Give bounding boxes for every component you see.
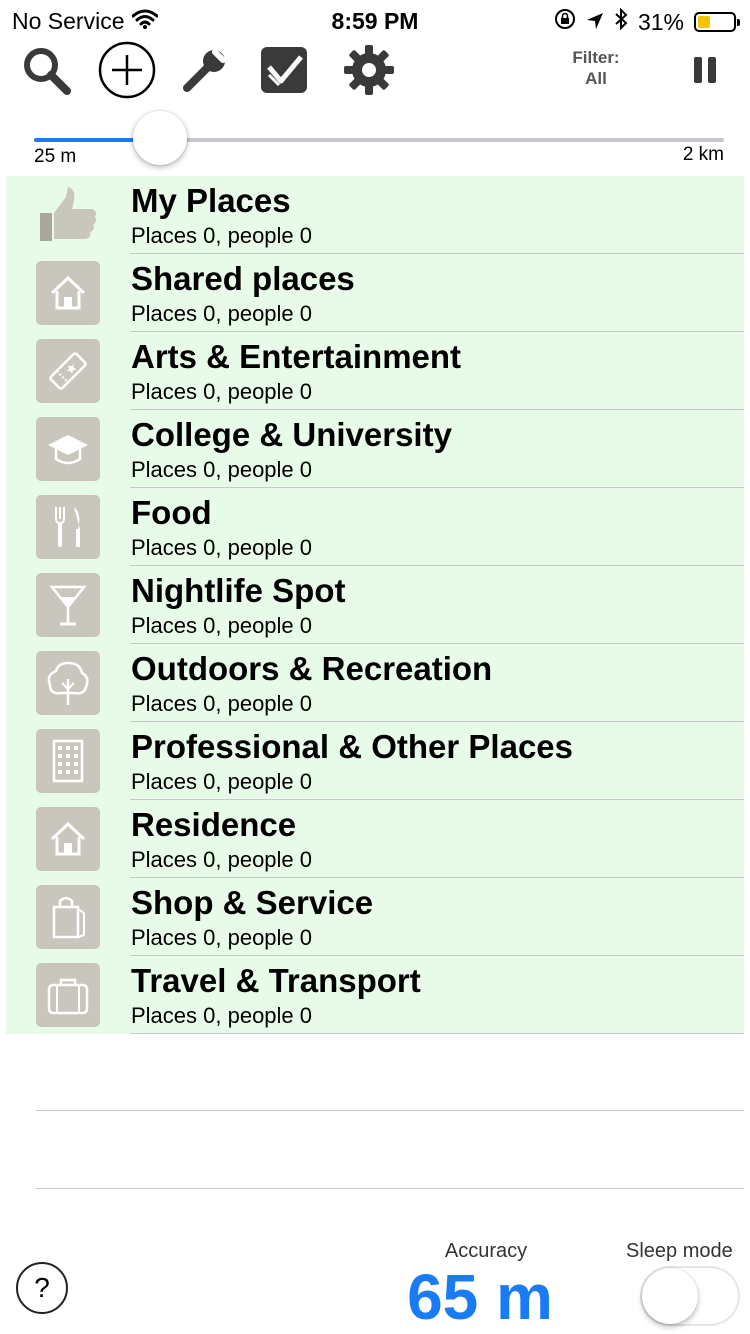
empty-row-divider bbox=[36, 1188, 744, 1189]
category-title: Shared places bbox=[131, 260, 355, 297]
tools-button[interactable] bbox=[177, 44, 233, 100]
empty-row-divider bbox=[36, 1110, 744, 1111]
battery-percent: 31% bbox=[637, 8, 684, 35]
slider-thumb[interactable] bbox=[133, 111, 187, 165]
office-building-icon bbox=[36, 729, 100, 793]
slider-max-label: 2 km bbox=[682, 144, 724, 165]
list-item-residence[interactable]: Residence Places 0, people 0 bbox=[6, 800, 744, 878]
add-icon bbox=[98, 41, 156, 104]
search-icon bbox=[20, 44, 72, 101]
status-bar: No Service 8:59 PM 31% bbox=[0, 0, 750, 40]
row-divider bbox=[130, 1033, 744, 1034]
list-item-college-university[interactable]: College & University Places 0, people 0 bbox=[6, 410, 744, 488]
accuracy-value: 65 m bbox=[407, 1261, 553, 1333]
toolbar: Filter: All bbox=[0, 40, 750, 100]
search-button[interactable] bbox=[18, 44, 74, 100]
tree-icon bbox=[36, 651, 100, 715]
graduation-cap-icon bbox=[36, 417, 100, 481]
radius-slider[interactable]: 25 m 2 km bbox=[0, 108, 750, 172]
status-right: 31% bbox=[554, 7, 740, 36]
fork-knife-icon bbox=[36, 495, 100, 559]
list-item-travel-transport[interactable]: Travel & Transport Places 0, people 0 bbox=[6, 956, 744, 1034]
category-title: Shop & Service bbox=[131, 884, 374, 921]
location-arrow-icon bbox=[586, 9, 604, 36]
list-item-arts-entertainment[interactable]: Arts & Entertainment Places 0, people 0 bbox=[6, 332, 744, 410]
category-title: My Places bbox=[131, 182, 291, 219]
sleep-mode-label: Sleep mode bbox=[626, 1240, 733, 1262]
filter-label: Filter: bbox=[572, 48, 620, 67]
add-button[interactable] bbox=[98, 41, 156, 100]
checkin-button[interactable] bbox=[256, 44, 312, 100]
list-item-outdoors-recreation[interactable]: Outdoors & Recreation Places 0, people 0 bbox=[6, 644, 744, 722]
list-item-professional-other[interactable]: Professional & Other Places Places 0, pe… bbox=[6, 722, 744, 800]
category-title: Outdoors & Recreation bbox=[131, 650, 493, 687]
wrench-icon bbox=[179, 44, 231, 101]
category-title: Food bbox=[131, 494, 212, 531]
category-title: Residence bbox=[131, 806, 297, 843]
list-item-my-places[interactable]: My Places Places 0, people 0 bbox=[6, 176, 744, 254]
ticket-icon bbox=[36, 339, 100, 403]
category-subtitle: Places 0, people 0 bbox=[131, 379, 313, 404]
list-item-shared-places[interactable]: Shared places Places 0, people 0 bbox=[6, 254, 744, 332]
category-subtitle: Places 0, people 0 bbox=[131, 769, 313, 794]
category-list: My Places Places 0, people 0 Shared plac… bbox=[6, 176, 744, 1034]
list-item-nightlife-spot[interactable]: Nightlife Spot Places 0, people 0 bbox=[6, 566, 744, 644]
toggle-knob[interactable] bbox=[642, 1268, 698, 1324]
house-icon bbox=[36, 807, 100, 871]
checkin-icon bbox=[259, 45, 309, 100]
category-title: Arts & Entertainment bbox=[131, 338, 462, 375]
category-subtitle: Places 0, people 0 bbox=[131, 1003, 313, 1028]
thumbs-up-icon bbox=[36, 183, 100, 247]
shopping-bag-icon bbox=[36, 885, 100, 949]
category-title: Travel & Transport bbox=[131, 962, 421, 999]
category-subtitle: Places 0, people 0 bbox=[131, 223, 313, 248]
filter-button[interactable]: Filter: All bbox=[556, 47, 636, 89]
house-icon bbox=[36, 261, 100, 325]
category-subtitle: Places 0, people 0 bbox=[131, 457, 313, 482]
slider-min-label: 25 m bbox=[34, 146, 77, 167]
category-subtitle: Places 0, people 0 bbox=[131, 535, 313, 560]
list-item-food[interactable]: Food Places 0, people 0 bbox=[6, 488, 744, 566]
category-subtitle: Places 0, people 0 bbox=[131, 925, 313, 950]
suitcase-icon bbox=[36, 963, 100, 1027]
settings-icon bbox=[342, 43, 396, 102]
help-button[interactable]: ? bbox=[16, 1262, 68, 1314]
category-title: College & University bbox=[131, 416, 452, 453]
category-title: Nightlife Spot bbox=[131, 572, 346, 609]
cocktail-glass-icon bbox=[36, 573, 100, 637]
sleep-mode-toggle[interactable] bbox=[640, 1266, 740, 1326]
category-subtitle: Places 0, people 0 bbox=[131, 847, 313, 872]
category-subtitle: Places 0, people 0 bbox=[131, 301, 313, 326]
pause-button[interactable] bbox=[677, 44, 733, 100]
help-glyph: ? bbox=[34, 1272, 50, 1303]
battery-icon bbox=[694, 12, 740, 32]
filter-value: All bbox=[585, 69, 607, 88]
pause-icon bbox=[692, 55, 718, 90]
list-item-shop-service[interactable]: Shop & Service Places 0, people 0 bbox=[6, 878, 744, 956]
bluetooth-icon bbox=[614, 7, 628, 36]
settings-button[interactable] bbox=[341, 44, 397, 100]
orientation-lock-icon bbox=[554, 8, 576, 36]
category-subtitle: Places 0, people 0 bbox=[131, 613, 313, 638]
category-subtitle: Places 0, people 0 bbox=[131, 691, 313, 716]
category-title: Professional & Other Places bbox=[131, 728, 574, 765]
